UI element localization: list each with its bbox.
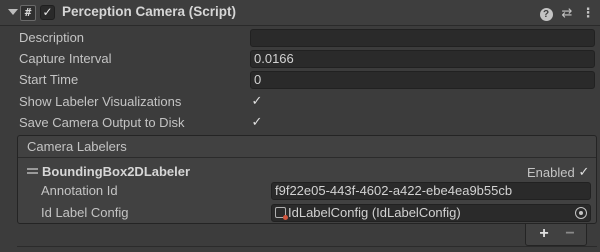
description-label: Description <box>19 30 85 45</box>
help-icon[interactable]: ? <box>538 5 554 21</box>
add-labeler-button[interactable]: + <box>533 224 555 244</box>
component-enabled-checkbox[interactable]: ✓ <box>40 5 55 20</box>
id-label-config-value: IdLabelConfig (IdLabelConfig) <box>288 205 461 220</box>
save-camera-output-checkbox[interactable]: ✓ <box>250 115 264 129</box>
labeler-enabled-label: Enabled <box>527 165 575 180</box>
save-camera-output-label: Save Camera Output to Disk <box>19 115 185 130</box>
help-icon-glyph: ? <box>539 8 553 21</box>
capture-interval-label: Capture Interval <box>19 51 112 66</box>
camera-labelers-header: Camera Labelers <box>18 136 596 158</box>
description-field[interactable] <box>250 29 595 47</box>
component-header: # ✓ Perception Camera (Script) ? ⇄ ⋮ <box>0 0 600 26</box>
drag-handle-icon[interactable] <box>27 168 38 176</box>
id-label-config-label: Id Label Config <box>41 205 129 220</box>
camera-labelers-list: Camera Labelers BoundingBox2DLabeler Ena… <box>17 135 597 224</box>
labeler-enabled-checkbox[interactable]: ✓ <box>577 165 591 179</box>
show-labeler-visualizations-label: Show Labeler Visualizations <box>19 94 182 109</box>
list-footer: + − <box>525 224 587 246</box>
annotation-id-label: Annotation Id <box>41 183 118 198</box>
presets-icon[interactable]: ⇄ <box>559 5 575 21</box>
annotation-id-field[interactable]: f9f22e05-443f-4602-a422-ebe4ea9b55cb <box>271 182 591 200</box>
id-label-config-field[interactable]: IdLabelConfig (IdLabelConfig) <box>271 204 591 222</box>
foldout-arrow-icon[interactable] <box>8 9 18 15</box>
scriptable-object-icon <box>275 207 288 220</box>
remove-labeler-button[interactable]: − <box>559 224 581 244</box>
capture-interval-field[interactable]: 0.0166 <box>250 50 595 68</box>
start-time-label: Start Time <box>19 72 79 87</box>
script-icon: # <box>20 5 36 21</box>
labeler-name[interactable]: BoundingBox2DLabeler <box>42 164 190 179</box>
start-time-field[interactable]: 0 <box>250 71 595 89</box>
object-picker-icon[interactable] <box>575 207 587 219</box>
context-menu-icon[interactable]: ⋮ <box>580 5 596 21</box>
component-title: Perception Camera (Script) <box>62 4 237 19</box>
show-labeler-visualizations-checkbox[interactable]: ✓ <box>250 94 264 108</box>
next-section-edge <box>17 246 597 252</box>
